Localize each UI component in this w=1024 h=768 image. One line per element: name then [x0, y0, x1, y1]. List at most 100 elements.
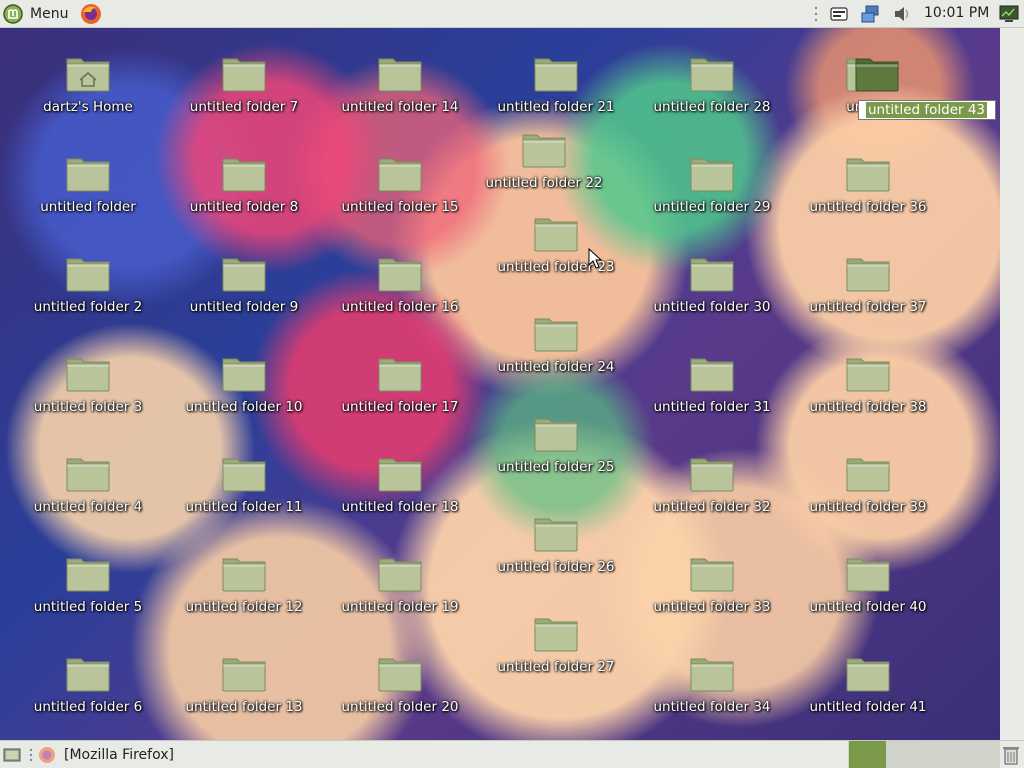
desktop-folder-item[interactable]: untitled folder 33 — [642, 554, 782, 615]
tray-handle-icon[interactable] — [812, 4, 820, 24]
workspace-1[interactable] — [848, 741, 886, 768]
renaming-folder-item[interactable] — [855, 54, 899, 92]
desktop-folder-item[interactable]: untitled folder 28 — [642, 54, 782, 115]
desktop-folder-item[interactable]: untitled folder 15 — [330, 154, 470, 215]
desktop[interactable]: dartz's Home untitled folder untitled fold… — [0, 28, 1000, 740]
menu-button[interactable]: Menu — [3, 2, 68, 26]
folder-icon — [846, 658, 890, 692]
desktop-folder-label: untitled folder 8 — [189, 199, 299, 215]
workspace-3[interactable] — [924, 741, 962, 768]
desktop-folder-label: untitled folder 25 — [497, 459, 615, 475]
desktop-folder-item[interactable]: untitled folder 14 — [330, 54, 470, 115]
desktop-folder-item[interactable]: untitled folder 9 — [174, 254, 314, 315]
desktop-folder-item[interactable]: untitled folder 12 — [174, 554, 314, 615]
folder-icon — [378, 158, 422, 192]
clock[interactable]: 10:01 PM — [924, 5, 989, 21]
desktop-folder-item[interactable]: untitled folder 18 — [330, 454, 470, 515]
desktop-folder-item[interactable]: untitled folder 6 — [18, 654, 158, 715]
desktop-folder-label: untitled folder 11 — [185, 499, 303, 515]
desktop-folder-item[interactable]: untitled folder 23 — [486, 214, 626, 275]
desktop-folder-item[interactable]: untitled folder 34 — [642, 654, 782, 715]
desktop-folder-item[interactable]: untitled folder 10 — [174, 354, 314, 415]
folder-icon — [378, 258, 422, 292]
folder-icon — [222, 558, 266, 592]
desktop-folder-item[interactable]: untitled folder 25 — [486, 414, 626, 475]
desktop-folder-item[interactable]: untitled folder 40 — [798, 554, 938, 615]
folder-icon — [378, 558, 422, 592]
desktop-folder-item[interactable]: untitled folder 29 — [642, 154, 782, 215]
firefox-icon[interactable] — [80, 3, 102, 25]
desktop-folder-item[interactable]: untitled folder 3 — [18, 354, 158, 415]
desktop-folder-item[interactable]: untitled folder 20 — [330, 654, 470, 715]
desktop-folder-item[interactable]: untitled folder 27 — [486, 614, 626, 675]
folder-icon — [534, 618, 578, 652]
panel-handle-icon[interactable] — [28, 745, 34, 765]
desktop-folder-item[interactable]: untitled folder 24 — [486, 314, 626, 375]
desktop-folder-label: untitled folder 18 — [341, 499, 459, 515]
desktop-folder-item[interactable]: untitled folder 7 — [174, 54, 314, 115]
desktop-folder-item[interactable]: untitled folder 2 — [18, 254, 158, 315]
desktop-folder-label: untitled folder 5 — [33, 599, 143, 615]
desktop-folder-label: untitled folder 13 — [185, 699, 303, 715]
desktop-folder-item[interactable]: untitled folder 37 — [798, 254, 938, 315]
trash-icon[interactable] — [1001, 744, 1021, 766]
desktop-folder-item[interactable]: untitled folder 17 — [330, 354, 470, 415]
desktop-folder-label: untitled folder 6 — [33, 699, 143, 715]
desktop-folder-item[interactable]: untitled folder 41 — [798, 654, 938, 715]
firefox-icon — [39, 747, 55, 763]
rename-input[interactable] — [858, 100, 996, 120]
desktop-folder-item[interactable]: untitled folder 16 — [330, 254, 470, 315]
desktop-folder-item[interactable]: untitled folder 22 — [474, 130, 614, 191]
desktop-folder-label: untitled folder 10 — [185, 399, 303, 415]
desktop-folder-item[interactable]: untitled folder — [18, 154, 158, 215]
desktop-folder-item[interactable]: untitled folder 31 — [642, 354, 782, 415]
desktop-folder-label: untitled folder 40 — [809, 599, 927, 615]
desktop-folder-label: untitled folder 36 — [809, 199, 927, 215]
desktop-folder-label: untitled folder 32 — [653, 499, 771, 515]
desktop-folder-label: untitled folder 22 — [485, 175, 603, 191]
network-icon[interactable] — [860, 4, 882, 24]
desktop-folder-item[interactable]: untitled folder 30 — [642, 254, 782, 315]
desktop-folder-item[interactable]: untitled folder 38 — [798, 354, 938, 415]
folder-icon — [222, 158, 266, 192]
home-folder-icon — [66, 58, 110, 92]
desktop-folder-item[interactable]: untitled folder 36 — [798, 154, 938, 215]
folder-icon — [690, 258, 734, 292]
desktop-folder-item[interactable]: untitled folder 8 — [174, 154, 314, 215]
desktop-folder-item[interactable]: untitled folder 11 — [174, 454, 314, 515]
folder-icon — [378, 358, 422, 392]
folder-icon — [66, 258, 110, 292]
taskbar-window-button[interactable]: [Mozilla Firefox] — [38, 744, 174, 766]
desktop-folder-item[interactable]: untitled folder 21 — [486, 54, 626, 115]
show-desktop-icon[interactable] — [2, 745, 22, 765]
desktop-folder-item[interactable]: untitled folder 19 — [330, 554, 470, 615]
desktop-folder-item[interactable]: untitled folder 4 — [18, 454, 158, 515]
folder-icon — [846, 358, 890, 392]
folder-icon — [66, 158, 110, 192]
folder-icon — [378, 458, 422, 492]
volume-icon[interactable] — [892, 4, 912, 24]
desktop-folder-label: untitled folder 37 — [809, 299, 927, 315]
desktop-folder-label: untitled folder 2 — [33, 299, 143, 315]
desktop-folder-item[interactable]: untitled folder 13 — [174, 654, 314, 715]
menu-label: Menu — [30, 6, 69, 22]
home-folder-icon-item[interactable]: dartz's Home — [18, 54, 158, 115]
system-monitor-icon[interactable] — [998, 4, 1020, 24]
top-panel: Menu 10:01 PM — [0, 0, 1024, 28]
folder-icon — [534, 318, 578, 352]
desktop-folder-item[interactable]: untitled folder 26 — [486, 514, 626, 575]
workspace-4[interactable] — [962, 741, 1000, 768]
bottom-panel: [Mozilla Firefox] — [0, 740, 1024, 768]
desktop-folder-item[interactable]: untitled folder 39 — [798, 454, 938, 515]
desktop-folder-label: untitled folder 21 — [497, 99, 615, 115]
desktop-folder-label: untitled folder 33 — [653, 599, 771, 615]
desktop-folder-label: dartz's Home — [43, 99, 133, 115]
desktop-folder-label: untitled folder 39 — [809, 499, 927, 515]
folder-icon — [66, 558, 110, 592]
desktop-folder-item[interactable]: untitled folder 5 — [18, 554, 158, 615]
keyboard-icon[interactable] — [829, 4, 849, 24]
desktop-folder-item[interactable]: untitled folder 32 — [642, 454, 782, 515]
desktop-folder-label: untitled folder 41 — [809, 699, 927, 715]
mint-logo-icon — [3, 4, 23, 24]
workspace-2[interactable] — [886, 741, 924, 768]
